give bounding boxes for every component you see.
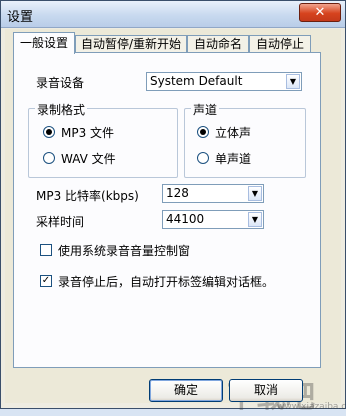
system-volume-checkbox[interactable] bbox=[40, 244, 52, 256]
format-group: 录制格式 MP3 文件 WAV 文件 bbox=[28, 101, 178, 178]
cancel-button[interactable]: 取消 bbox=[229, 379, 303, 402]
sample-rate-label: 采样时间 bbox=[36, 215, 85, 229]
dialog-client-area: 一般设置 自动暂停/重新开始 自动命名 自动停止 录音设备 System Def… bbox=[5, 29, 346, 415]
tab-label: 自动暂停/重新开始 bbox=[80, 37, 182, 51]
system-volume-checkbox-label: 使用系统录音音量控制窗 bbox=[58, 244, 191, 258]
close-button[interactable]: ✕ bbox=[299, 3, 341, 22]
sample-rate-select[interactable]: 44100 ▼ bbox=[162, 210, 264, 229]
auto-tag-editor-checkbox[interactable]: ✓ bbox=[40, 275, 52, 287]
tab-auto-stop[interactable]: 自动停止 bbox=[249, 35, 311, 53]
sample-rate-value: 44100 bbox=[166, 212, 205, 226]
bitrate-value: 128 bbox=[166, 186, 189, 200]
mono-radio[interactable] bbox=[197, 152, 209, 164]
bitrate-select[interactable]: 128 ▼ bbox=[162, 184, 264, 203]
ok-button[interactable]: 确定 bbox=[149, 379, 223, 402]
ok-button-label: 确定 bbox=[173, 383, 198, 397]
window-title: 设置 bbox=[7, 10, 34, 25]
cancel-button-label: 取消 bbox=[253, 383, 278, 397]
settings-dialog: 设置 ✕ 一般设置 自动暂停/重新开始 自动命名 自动停止 录音设备 Syste… bbox=[0, 0, 346, 415]
tab-label: 自动命名 bbox=[193, 37, 242, 51]
mp3-radio[interactable] bbox=[43, 126, 55, 138]
check-mark-icon: ✓ bbox=[41, 275, 51, 286]
auto-tag-editor-checkbox-label: 录音停止后，自动打开标签编辑对话框。 bbox=[58, 275, 275, 289]
tab-label: 自动停止 bbox=[255, 37, 304, 51]
channel-group: 声道 立体声 单声道 bbox=[184, 101, 306, 178]
format-group-title: 录制格式 bbox=[35, 101, 88, 118]
general-settings-panel: 录音设备 System Default ▼ 录制格式 MP3 文件 WAV 文件… bbox=[13, 52, 321, 368]
chevron-down-icon[interactable]: ▼ bbox=[248, 212, 262, 227]
wav-radio[interactable] bbox=[43, 152, 55, 164]
title-bar[interactable]: 设置 ✕ bbox=[1, 1, 345, 28]
mp3-radio-label: MP3 文件 bbox=[61, 126, 115, 140]
stereo-radio[interactable] bbox=[197, 126, 209, 138]
bitrate-label: MP3 比特率(kbps) bbox=[36, 189, 139, 203]
watermark-url: www.xiazaiba.com bbox=[277, 402, 346, 412]
tab-auto-pause-resume[interactable]: 自动暂停/重新开始 bbox=[75, 35, 187, 53]
chevron-down-icon[interactable]: ▼ bbox=[286, 74, 300, 89]
tab-auto-naming[interactable]: 自动命名 bbox=[187, 35, 249, 53]
recording-device-value: System Default bbox=[150, 74, 243, 88]
channel-group-title: 声道 bbox=[191, 101, 220, 118]
mono-radio-label: 单声道 bbox=[215, 152, 252, 166]
wav-radio-label: WAV 文件 bbox=[61, 152, 116, 166]
tab-general[interactable]: 一般设置 bbox=[13, 32, 75, 54]
close-icon: ✕ bbox=[314, 5, 326, 20]
stereo-radio-label: 立体声 bbox=[215, 126, 252, 140]
recording-device-select[interactable]: System Default ▼ bbox=[146, 72, 302, 91]
chevron-down-icon[interactable]: ▼ bbox=[248, 186, 262, 201]
recording-device-label: 录音设备 bbox=[36, 76, 85, 90]
tab-label: 一般设置 bbox=[19, 36, 68, 50]
